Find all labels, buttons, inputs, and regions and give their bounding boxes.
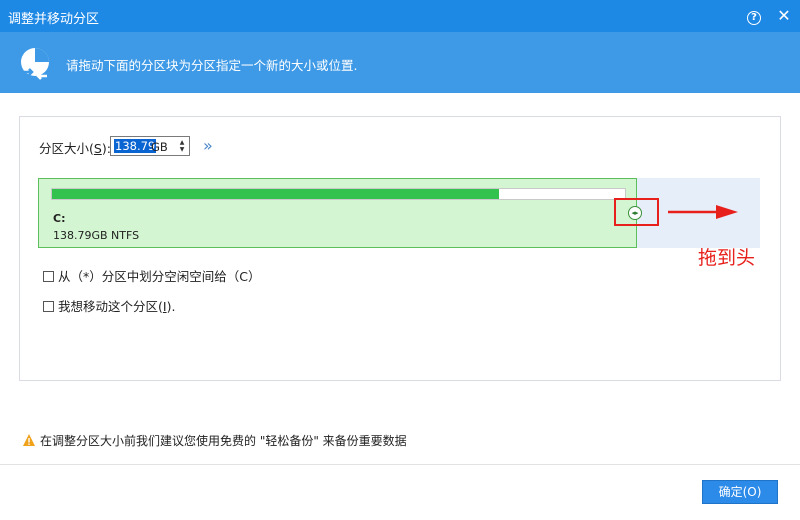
spin-down-icon[interactable]: ▼ <box>177 146 187 153</box>
allocate-space-option[interactable]: 从（*）分区中划分空闲空间给（C） <box>43 266 260 285</box>
close-button[interactable]: ✕ <box>774 6 794 26</box>
allocate-space-checkbox[interactable] <box>43 271 54 282</box>
warning-icon <box>23 434 35 446</box>
title-bar: 调整并移动分区 ? ✕ <box>0 0 800 32</box>
ok-button[interactable]: 确定(O) <box>702 480 778 504</box>
move-partition-checkbox[interactable] <box>43 301 54 312</box>
drive-info: 138.79GB NTFS <box>53 229 140 242</box>
move-partition-option[interactable]: 我想移动这个分区(I). <box>43 296 175 315</box>
warning-text: 在调整分区大小前我们建议您使用免费的 "轻松备份" 来备份重要数据 <box>40 434 407 448</box>
expand-options-button[interactable]: » <box>203 136 213 155</box>
help-button[interactable]: ? <box>744 6 764 26</box>
usage-bar <box>51 188 626 200</box>
instruction-banner: 请拖动下面的分区块为分区指定一个新的大小或位置. <box>0 32 800 93</box>
resize-handle-icon[interactable]: ◂▸ <box>628 206 642 220</box>
partition-size-unit: GB <box>151 140 168 154</box>
size-spinner[interactable]: ▲ ▼ <box>177 139 187 153</box>
partition-block[interactable]: C: 138.79GB NTFS <box>38 178 637 248</box>
banner-text: 请拖动下面的分区块为分区指定一个新的大小或位置. <box>66 58 358 73</box>
spin-up-icon[interactable]: ▲ <box>177 139 187 146</box>
drag-annotation: 拖到头 <box>698 247 756 269</box>
help-icon: ? <box>747 11 761 25</box>
drive-letter: C: <box>53 212 66 225</box>
footer-divider <box>0 464 800 465</box>
partition-size-label: 分区大小(S): <box>39 141 111 156</box>
partition-size-value[interactable]: 138.79 <box>114 139 157 153</box>
partition-tool-icon <box>21 48 49 80</box>
usage-fill <box>52 189 499 199</box>
backup-warning: 在调整分区大小前我们建议您使用免费的 "轻松备份" 来备份重要数据 <box>22 432 407 449</box>
drag-arrow-icon <box>668 205 738 219</box>
partition-size-input[interactable]: 138.79 GB ▲ ▼ <box>110 136 190 156</box>
window-title: 调整并移动分区 <box>8 12 100 27</box>
